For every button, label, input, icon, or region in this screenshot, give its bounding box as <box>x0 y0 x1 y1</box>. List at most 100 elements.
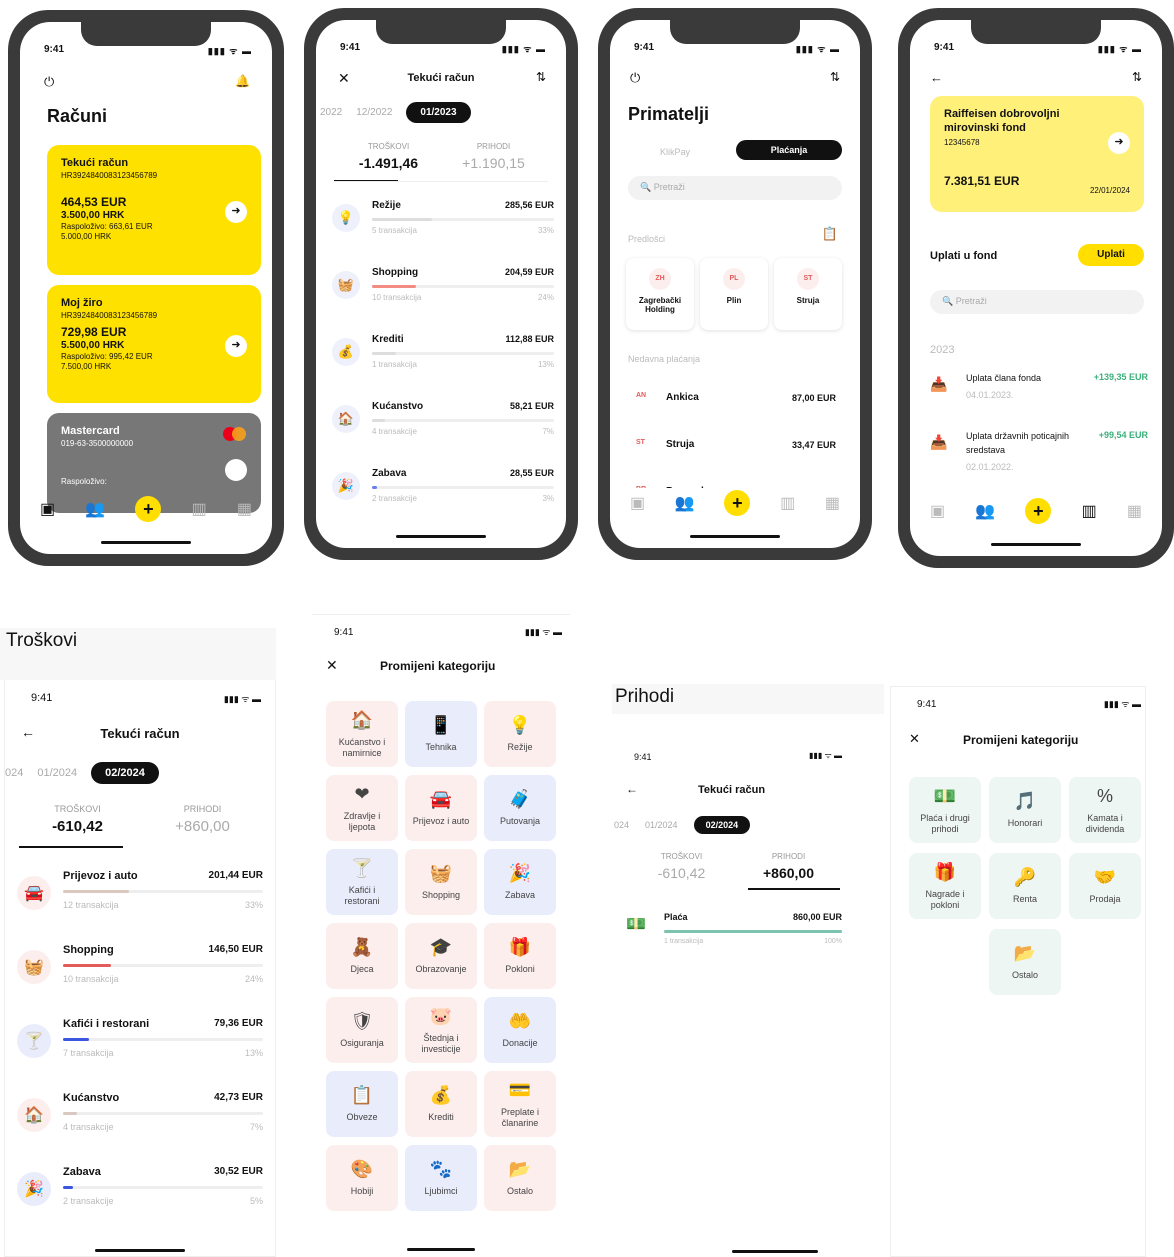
grid-icon[interactable]: ▦ <box>237 499 252 519</box>
clipboard-icon[interactable]: 📋 <box>822 226 838 242</box>
wallet-icon[interactable]: ▣ <box>930 501 945 521</box>
fund-transaction-row[interactable]: 📥 Uplata člana fonda +139,35 EUR 04.01.2023… <box>930 372 1148 422</box>
category-tile[interactable]: 🐷 Štednja i investicije <box>405 997 477 1063</box>
tab-placanja[interactable]: Plaćanja <box>736 140 842 160</box>
category-tile[interactable]: 📱 Tehnika <box>405 701 477 767</box>
template-tile[interactable]: PL Plin <box>700 258 768 330</box>
category-tile[interactable]: 🐾 Ljubimci <box>405 1145 477 1211</box>
briefcase-icon[interactable]: ▥ <box>780 493 795 513</box>
period[interactable]: 024 <box>5 767 23 779</box>
briefcase-icon[interactable]: ▥ <box>192 499 207 519</box>
pay-button[interactable]: Uplati <box>1078 244 1144 266</box>
salary-row[interactable]: 💵 Plaća 860,00 EUR 1 transakcija 100% <box>612 910 852 950</box>
fund-transaction-row[interactable]: 📥 Uplata državnih poticajnih sredstava +99… <box>930 430 1148 480</box>
category-tile[interactable]: 🏠 Kućanstvo i namirnice <box>326 701 398 767</box>
category-tile[interactable]: 🎨 Hobiji <box>326 1145 398 1211</box>
search-input[interactable]: 🔍 Pretraži <box>930 290 1144 314</box>
category-tile[interactable]: ❤ Zdravlje i ljepota <box>326 775 398 841</box>
category-tile[interactable]: 🎁 Pokloni <box>484 923 556 989</box>
template-tile[interactable]: ZH Zagrebački Holding <box>626 258 694 330</box>
sort-icon[interactable]: ⇅ <box>830 70 840 84</box>
wallet-icon[interactable]: ▣ <box>40 499 55 519</box>
search-input[interactable]: 🔍 Pretraži <box>628 176 842 200</box>
sort-icon[interactable]: ⇅ <box>1132 70 1142 84</box>
add-button[interactable]: + <box>135 496 162 522</box>
power-icon[interactable]: ⏻ <box>44 74 54 90</box>
category-tile[interactable]: 🎓 Obrazovanje <box>405 923 477 989</box>
category-tile[interactable]: 🤲 Donacije <box>484 997 556 1063</box>
close-icon[interactable]: ✕ <box>326 657 338 674</box>
category-row[interactable]: 🏠 Kućanstvo 42,73 EUR 4 transakcije 7% <box>5 1088 275 1154</box>
people-icon[interactable]: 👥 <box>675 493 695 513</box>
close-icon[interactable]: ✕ <box>909 731 920 747</box>
category-tile[interactable]: 💰 Krediti <box>405 1071 477 1137</box>
add-button[interactable]: + <box>724 490 751 516</box>
recent-payment-row[interactable]: ST Struja 33,47 EUR <box>626 427 844 467</box>
category-row[interactable]: 🍸 Kafići i restorani 79,36 EUR 7 transakcij… <box>5 1014 275 1080</box>
arrow-right-icon[interactable]: ➜ <box>1108 132 1130 154</box>
sort-icon[interactable]: ⇅ <box>536 70 546 84</box>
back-icon[interactable]: ← <box>930 70 943 85</box>
back-icon[interactable]: ← <box>626 782 638 796</box>
grid-icon[interactable]: ▦ <box>1127 501 1142 521</box>
category-tile[interactable]: 🛡 Osiguranja <box>326 997 398 1063</box>
period[interactable]: 2022 <box>320 107 342 118</box>
period-selected[interactable]: 02/2024 <box>91 762 159 784</box>
grid-icon[interactable]: ▦ <box>825 493 840 513</box>
power-icon[interactable]: ⏻ <box>630 70 640 86</box>
category-tile[interactable]: 🧺 Shopping <box>405 849 477 915</box>
category-row[interactable]: 🚘 Prijevoz i auto 201,44 EUR 12 transakcija… <box>5 866 275 932</box>
arrow-right-icon[interactable]: ➜ <box>225 201 247 223</box>
category-tile[interactable]: 🍸 Kafići i restorani <box>326 849 398 915</box>
period[interactable]: 01/2024 <box>645 820 678 830</box>
category-tile[interactable]: 📂 Ostalo <box>484 1145 556 1211</box>
category-tile[interactable]: 🧸 Djeca <box>326 923 398 989</box>
briefcase-icon[interactable]: ▥ <box>1082 501 1097 521</box>
category-tile[interactable]: % Kamata i dividenda <box>1069 777 1141 843</box>
category-tile[interactable]: 🤝 Prodaja <box>1069 853 1141 919</box>
category-tile[interactable]: 🧳 Putovanja <box>484 775 556 841</box>
recent-payment-row[interactable]: AN Ankica 87,00 EUR <box>626 380 844 420</box>
template-tile[interactable]: ST Struja <box>774 258 842 330</box>
period-selected[interactable]: 01/2023 <box>406 102 471 123</box>
category-row[interactable]: 💰 Krediti 112,88 EUR 1 transakcija 13% <box>316 330 566 390</box>
category-row[interactable]: 💡 Režije 285,56 EUR 5 transakcija 33% <box>316 196 566 256</box>
arrow-right-icon[interactable]: ➜ <box>225 459 247 481</box>
people-icon[interactable]: 👥 <box>85 499 105 519</box>
period-selected[interactable]: 02/2024 <box>693 816 751 834</box>
fund-card[interactable]: Raiffeisen dobrovoljni mirovinski fond 1… <box>930 96 1144 212</box>
category-icon: 📂 <box>508 1159 532 1180</box>
category-tile[interactable]: 🔑 Renta <box>989 853 1061 919</box>
income-tab[interactable]: PRIHODI +1.190,15 <box>441 142 546 171</box>
costs-tab[interactable]: TROŠKOVI -610,42 <box>628 852 735 881</box>
add-button[interactable]: + <box>1025 498 1052 524</box>
category-row[interactable]: 🧺 Shopping 204,59 EUR 10 transakcija 24% <box>316 263 566 323</box>
account-card[interactable]: Tekući račun HR3924840083123456789 464,5… <box>47 145 261 275</box>
category-tile[interactable]: 🎉 Zabava <box>484 849 556 915</box>
category-tile[interactable]: 📂 Ostalo <box>989 929 1061 995</box>
category-tile[interactable]: 🎁 Nagrade i pokloni <box>909 853 981 919</box>
category-tile[interactable]: 🚘 Prijevoz i auto <box>405 775 477 841</box>
arrow-right-icon[interactable]: ➜ <box>225 335 247 357</box>
costs-tab[interactable]: TROŠKOVI -610,42 <box>15 804 140 835</box>
category-tile[interactable]: 🎵 Honorari <box>989 777 1061 843</box>
category-row[interactable]: 🧺 Shopping 146,50 EUR 10 transakcija 24% <box>5 940 275 1006</box>
income-tab[interactable]: PRIHODI +860,00 <box>735 852 842 881</box>
category-tile[interactable]: 💡 Režije <box>484 701 556 767</box>
income-tab[interactable]: PRIHODI +860,00 <box>140 804 265 835</box>
period[interactable]: 024 <box>614 820 629 830</box>
wallet-icon[interactable]: ▣ <box>630 493 645 513</box>
category-row[interactable]: 🎉 Zabava 28,55 EUR 2 transakcije 3% <box>316 464 566 524</box>
account-card[interactable]: Moj žiro HR3924840083123456789 729,98 EU… <box>47 285 261 403</box>
costs-tab[interactable]: TROŠKOVI -1.491,46 <box>336 142 441 171</box>
period[interactable]: 12/2022 <box>356 107 392 118</box>
category-row[interactable]: 🏠 Kućanstvo 58,21 EUR 4 transakcije 7% <box>316 397 566 457</box>
tab-klikpay[interactable]: KlikPay <box>660 147 690 157</box>
category-tile[interactable]: 💳 Preplate i članarine <box>484 1071 556 1137</box>
category-tile[interactable]: 📋 Obveze <box>326 1071 398 1137</box>
people-icon[interactable]: 👥 <box>975 501 995 521</box>
category-row[interactable]: 🎉 Zabava 30,52 EUR 2 transakcije 5% <box>5 1162 275 1228</box>
period[interactable]: 01/2024 <box>37 767 77 779</box>
category-tile[interactable]: 💵 Plaća i drugi prihodi <box>909 777 981 843</box>
bell-icon[interactable]: 🔔 <box>235 74 250 88</box>
